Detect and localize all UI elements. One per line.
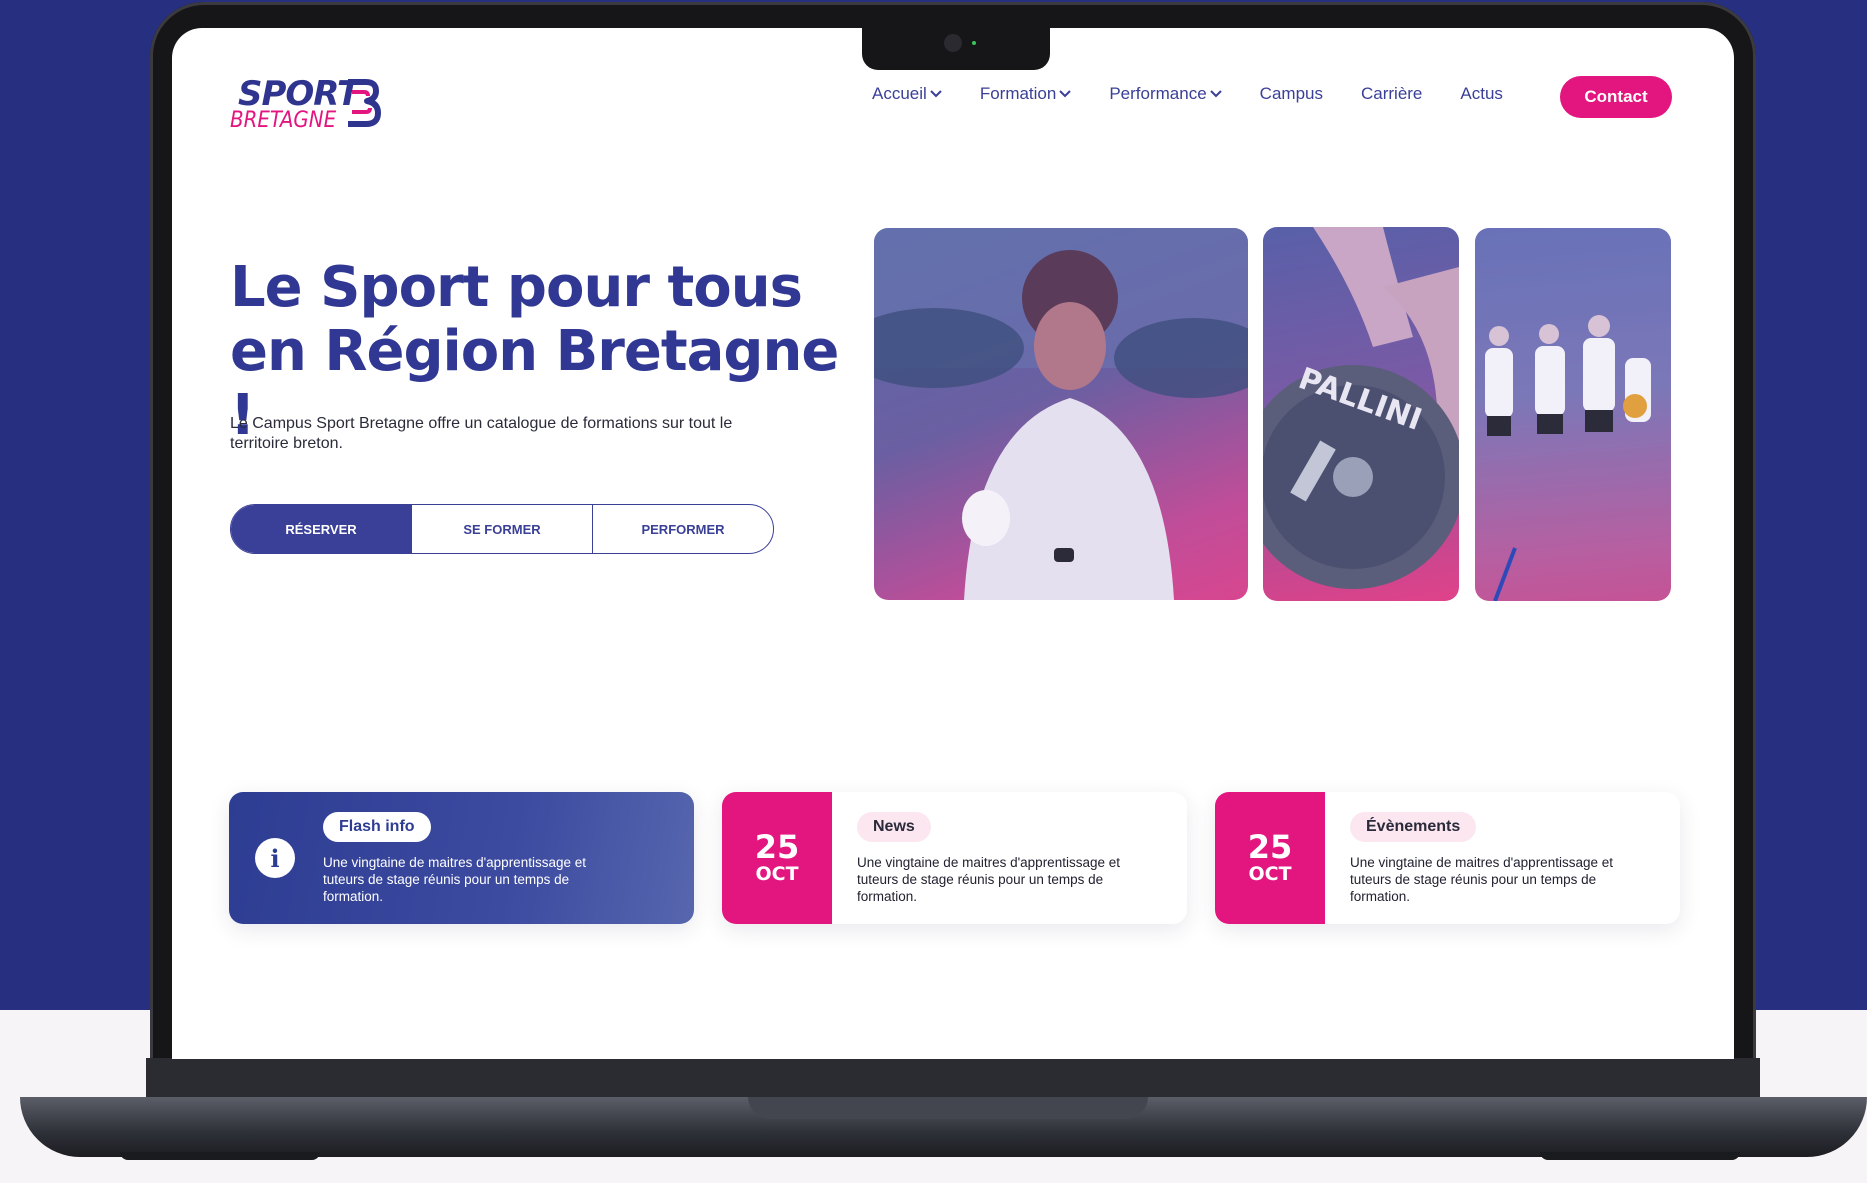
barbell-illustration: PALLINI <box>1263 227 1459 589</box>
news-card[interactable]: 25 OCT News Une vingtaine de maitres d'a… <box>722 792 1187 924</box>
hero-description: Le Campus Sport Bretagne offre un catalo… <box>230 415 733 452</box>
camera-led-icon <box>972 41 976 45</box>
hero-button-group: RÉSERVER SE FORMER PERFORMER <box>230 504 774 554</box>
nav-item-accueil[interactable]: Accueil <box>872 84 942 104</box>
laptop-foot-right <box>1540 1152 1740 1160</box>
nav-item-formation[interactable]: Formation <box>980 84 1072 104</box>
flash-info-tag: Flash info <box>323 812 431 842</box>
nav-item-carriere[interactable]: Carrière <box>1361 84 1422 104</box>
laptop-foot-left <box>120 1152 320 1160</box>
news-date-day: 25 <box>754 828 800 866</box>
events-tag: Évènements <box>1350 812 1477 842</box>
athlete-discus-photo <box>874 228 1248 600</box>
events-text: Une vingtaine de maitres d'apprentissage… <box>1350 855 1613 904</box>
nav-label: Carrière <box>1360 84 1423 103</box>
screen: SPORT BRETAGNE Accueil Formation Perform… <box>172 28 1734 1059</box>
camera-notch <box>862 24 1050 70</box>
laptop-bezel <box>146 1058 1760 1098</box>
flash-info-card[interactable]: i Flash info Une vingtaine de maitres d'… <box>229 792 694 924</box>
hero-title-line: Le Sport pour tous <box>230 255 803 320</box>
contact-button[interactable]: Contact <box>1560 76 1672 118</box>
barbell-plate-photo: PALLINI <box>1263 227 1459 601</box>
camera-icon <box>944 34 962 52</box>
flash-info-text: Une vingtaine de maitres d'apprentissage… <box>323 855 586 904</box>
laptop-hinge-notch <box>748 1097 1148 1119</box>
nav-item-performance[interactable]: Performance <box>1109 84 1222 104</box>
nav-label: Formation <box>979 84 1057 103</box>
team-illustration <box>1475 228 1671 601</box>
nav-item-campus[interactable]: Campus <box>1260 84 1323 104</box>
performer-button[interactable]: PERFORMER <box>592 505 773 553</box>
se-former-button[interactable]: SE FORMER <box>411 505 592 553</box>
news-text: Une vingtaine de maitres d'apprentissage… <box>857 855 1120 904</box>
athlete-illustration <box>874 228 1248 600</box>
volleyball-team-photo <box>1475 228 1671 601</box>
news-date-month: OCT <box>755 863 799 885</box>
nav-label: Actus <box>1460 84 1503 103</box>
logo-wordmark-bretagne: BRETAGNE <box>230 108 337 133</box>
logo[interactable]: SPORT BRETAGNE <box>230 74 381 134</box>
events-date-day: 25 <box>1247 828 1293 866</box>
chevron-down-icon <box>1209 90 1222 98</box>
events-date: 25 OCT <box>1215 792 1325 924</box>
chevron-down-icon <box>930 90 942 98</box>
nav-label: Performance <box>1109 84 1207 103</box>
news-date: 25 OCT <box>722 792 832 924</box>
chevron-down-icon <box>1059 90 1072 98</box>
nav-item-actus[interactable]: Actus <box>1460 84 1503 104</box>
logo-b-mark-icon <box>348 79 381 127</box>
main-nav: Accueil Formation Performance Campus Car… <box>872 84 1541 104</box>
events-date-month: OCT <box>1248 863 1292 885</box>
news-tag: News <box>857 812 931 842</box>
events-card[interactable]: 25 OCT Évènements Une vingtaine de maitr… <box>1215 792 1680 924</box>
info-icon: i <box>255 838 295 878</box>
reserver-button[interactable]: RÉSERVER <box>231 505 411 553</box>
nav-label: Accueil <box>872 84 927 103</box>
nav-label: Campus <box>1259 84 1323 103</box>
